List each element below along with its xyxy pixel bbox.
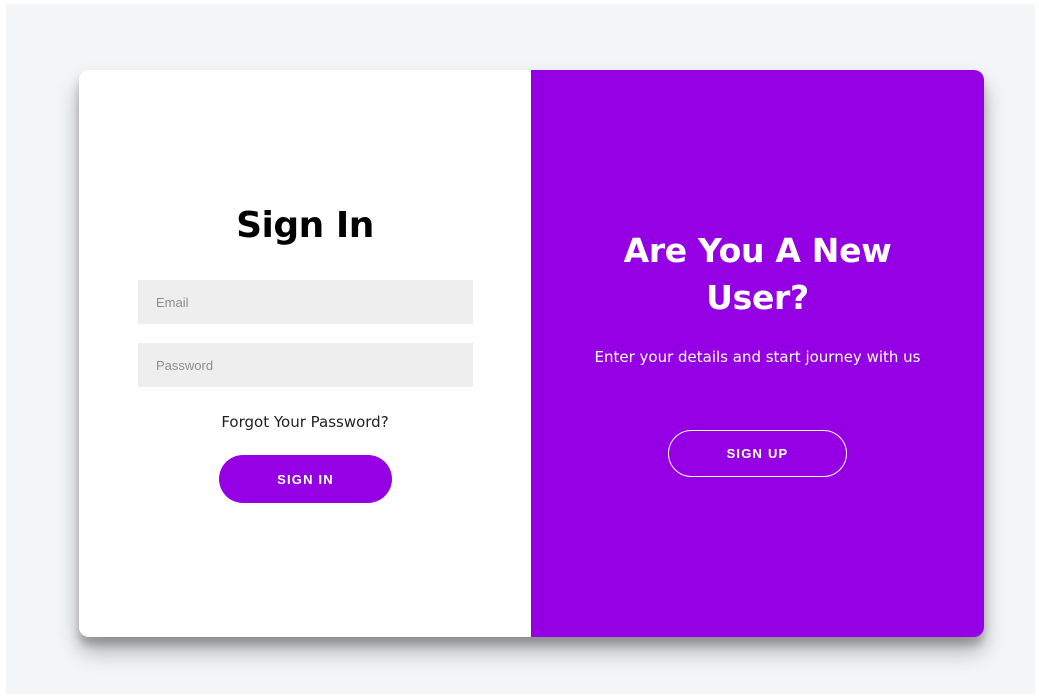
forgot-password-link[interactable]: Forgot Your Password? [79, 413, 531, 431]
email-field[interactable] [138, 280, 473, 324]
page-background: Sign In Forgot Your Password? SIGN IN Ar… [6, 4, 1035, 694]
sign-in-button[interactable]: SIGN IN [219, 455, 392, 503]
new-user-title: Are You A New User? [623, 231, 892, 317]
new-user-subtitle: Enter your details and start journey wit… [594, 348, 921, 366]
sign-in-title: Sign In [236, 205, 374, 246]
sign-up-button[interactable]: SIGN UP [668, 430, 847, 477]
password-field[interactable] [138, 343, 473, 387]
auth-card: Sign In Forgot Your Password? SIGN IN Ar… [79, 70, 984, 637]
sign-up-panel: Are You A New User? Enter your details a… [531, 70, 984, 637]
sign-in-panel: Sign In Forgot Your Password? SIGN IN [79, 70, 531, 637]
